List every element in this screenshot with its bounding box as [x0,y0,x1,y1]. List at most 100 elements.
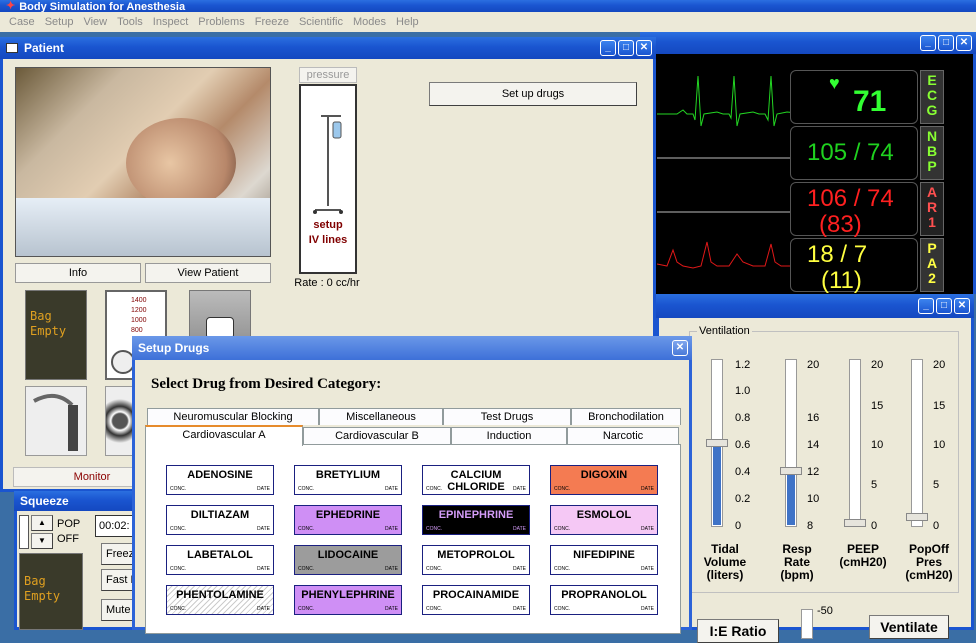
tick: 0.6 [735,439,751,451]
menu-view[interactable]: View [78,16,112,28]
ie-ratio-button[interactable]: I:E Ratio [697,619,779,643]
drug-nifedipine-button[interactable]: NIFEDIPINE CONC. DATE [550,545,658,575]
tab-cardiovascular-b[interactable]: Cardiovascular B [303,427,451,444]
tick: 0 [735,520,742,532]
sponge-icon[interactable] [105,386,135,456]
drug-metoprolol-button[interactable]: METOPROLOL CONC. DATE [422,545,530,575]
maximize-icon[interactable]: □ [938,35,954,51]
drug-esmolol-button[interactable]: ESMOLOL CONC. DATE [550,505,658,535]
drug-diltiazam-button[interactable]: DILTIAZAM CONC. DATE [166,505,274,535]
ventilation-group-label: Ventilation [697,325,752,337]
resp-rate-label: Resp Rate (bpm) [780,542,814,582]
tick: 0.8 [735,412,751,424]
nbp-box: 105 / 74 [790,126,918,180]
drug-name: EPHEDRINE [315,509,381,521]
drug-category-heading: Select Drug from Desired Category: [151,376,382,392]
resp-rate-slider[interactable] [785,359,797,527]
menu-scientific[interactable]: Scientific [294,16,348,28]
pa-value: 18 / 7 [807,241,868,268]
tidal-volume-thumb[interactable] [706,439,728,447]
peep-thumb[interactable] [844,519,866,527]
app-icon: ✦ [6,0,16,12]
close-icon[interactable]: ✕ [672,340,688,356]
drug-name: EPINEPHRINE [438,509,514,521]
maximize-icon[interactable]: □ [936,298,952,314]
drug-digoxin-button[interactable]: DIGOXIN CONC. DATE [550,465,658,495]
pop-down-arrow[interactable]: ▼ [31,533,53,549]
minimize-icon[interactable]: _ [600,40,616,56]
squeeze-bag-icon[interactable]: Bag Empty [19,553,83,630]
pa-label: PA2 [920,238,944,292]
drug-name: PHENTOLAMINE [176,589,264,601]
view-patient-button[interactable]: View Patient [145,263,271,283]
drug-ephedrine-button[interactable]: EPHEDRINE CONC. DATE [294,505,402,535]
conc-label: CONC. [170,606,187,612]
conc-label: CONC. [298,526,315,532]
minimize-icon[interactable]: _ [920,35,936,51]
tab-induction[interactable]: Induction [451,427,567,444]
tab-miscellaneous[interactable]: Miscellaneous [319,408,443,425]
drug-phenylephrine-button[interactable]: PHENYLEPHRINE CONC. DATE [294,585,402,615]
conc-label: CONC. [554,486,571,492]
popoff-slider[interactable] [911,359,923,527]
ecg-waveform [657,75,807,127]
tab-test-drugs[interactable]: Test Drugs [443,408,571,425]
menu-inspect[interactable]: Inspect [148,16,193,28]
menu-bar: Case Setup View Tools Inspect Problems F… [0,12,976,32]
patient-image[interactable] [15,67,271,257]
conc-label: CONC. [554,566,571,572]
peep-slider[interactable] [849,359,861,527]
close-icon[interactable]: ✕ [636,40,652,56]
drug-procainamide-button[interactable]: PROCAINAMIDE CONC. DATE [422,585,530,615]
pressure-button[interactable]: pressure [299,67,357,83]
drug-labetalol-button[interactable]: LABETALOL CONC. DATE [166,545,274,575]
drug-adenosine-button[interactable]: ADENOSINE CONC. DATE [166,465,274,495]
window-icon [6,43,18,53]
setup-drugs-dialog: Setup Drugs ✕ Select Drug from Desired C… [132,336,692,634]
drug-conc-date: CONC. DATE [554,526,654,532]
menu-help[interactable]: Help [391,16,424,28]
pop-up-arrow[interactable]: ▲ [31,515,53,531]
menu-case[interactable]: Case [4,16,40,28]
menu-modes[interactable]: Modes [348,16,391,28]
setup-drugs-titlebar: Setup Drugs ✕ [132,336,692,360]
close-icon[interactable]: ✕ [956,35,972,51]
tab-narcotic[interactable]: Narcotic [567,427,679,444]
drug-lidocaine-button[interactable]: LIDOCAINE CONC. DATE [294,545,402,575]
menu-problems[interactable]: Problems [193,16,249,28]
laryngoscope-icon[interactable] [25,386,87,456]
resp-rate-thumb[interactable] [780,467,802,475]
drug-bretylium-button[interactable]: BRETYLIUM CONC. DATE [294,465,402,495]
info-button[interactable]: Info [15,263,141,283]
drug-calcium-chloride-button[interactable]: CALCIUM CHLORIDE CONC. DATE [422,465,530,495]
date-label: DATE [257,486,270,492]
popoff-thumb[interactable] [906,513,928,521]
close-icon[interactable]: ✕ [954,298,970,314]
patient-titlebar: Patient _ □ ✕ [0,37,656,59]
minimize-icon[interactable]: _ [918,298,934,314]
ventilate-button[interactable]: Ventilate [869,615,949,639]
conc-label: CONC. [170,486,187,492]
ie-scale[interactable] [801,609,813,639]
setup-drugs-title: Setup Drugs [138,341,210,355]
tab-bronchodilation[interactable]: Bronchodilation [571,408,681,425]
drug-epinephrine-button[interactable]: EPINEPHRINE CONC. DATE [422,505,530,535]
bag-icon[interactable]: Bag Empty [25,290,87,380]
date-label: DATE [513,486,526,492]
drug-phentolamine-button[interactable]: PHENTOLAMINE CONC. DATE [166,585,274,615]
popoff-label: PopOff Pres (cmH20) [905,542,953,582]
drug-name: LIDOCAINE [317,549,379,561]
date-label: DATE [513,606,526,612]
maximize-icon[interactable]: □ [618,40,634,56]
art-waveform [657,241,807,269]
tab-neuromuscular-blocking[interactable]: Neuromuscular Blocking [147,408,319,425]
drug-propranolol-button[interactable]: PROPRANOLOL CONC. DATE [550,585,658,615]
menu-freeze[interactable]: Freeze [250,16,294,28]
menu-setup[interactable]: Setup [40,16,79,28]
iv-rate-label: Rate : 0 cc/hr [294,277,360,289]
menu-tools[interactable]: Tools [112,16,148,28]
tab-cardiovascular-a[interactable]: Cardiovascular A [145,425,303,446]
drug-name: NIFEDIPINE [573,549,635,561]
setup-drugs-button[interactable]: Set up drugs [429,82,637,106]
iv-pole-panel[interactable]: setup IV lines [299,84,357,274]
